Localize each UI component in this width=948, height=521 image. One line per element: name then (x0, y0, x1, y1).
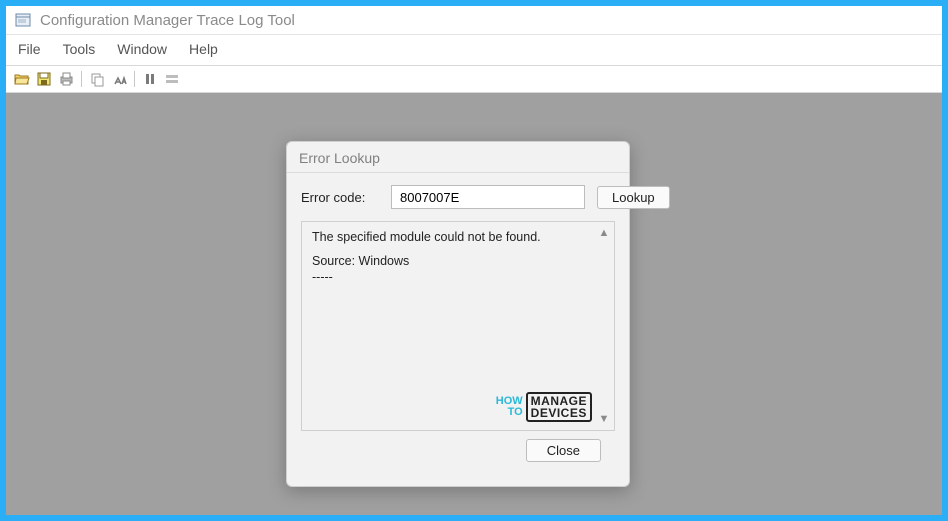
error-code-input[interactable] (391, 185, 585, 209)
dialog-body: Error code: Lookup The specified module … (287, 173, 629, 486)
toolbar (6, 65, 942, 93)
lookup-button[interactable]: Lookup (597, 186, 670, 209)
titlebar: Configuration Manager Trace Log Tool (6, 6, 942, 35)
pause-icon[interactable] (140, 69, 160, 89)
menu-help[interactable]: Help (185, 39, 222, 59)
watermark-howto: HOW TO (496, 396, 523, 418)
menu-window[interactable]: Window (113, 39, 171, 59)
copy-icon[interactable] (87, 69, 107, 89)
watermark-box: MANAGE DEVICES (526, 392, 592, 422)
watermark-devices: DEVICES (531, 407, 587, 419)
watermark-manage: MANAGE (531, 395, 587, 407)
scroll-down-icon[interactable]: ▼ (597, 412, 611, 426)
scroll-up-icon[interactable]: ▲ (597, 226, 611, 240)
find-icon[interactable] (109, 69, 129, 89)
print-icon[interactable] (56, 69, 76, 89)
watermark-to: TO (496, 407, 523, 418)
error-lookup-dialog: Error Lookup Error code: Lookup The spec… (286, 141, 630, 487)
watermark: HOW TO MANAGE DEVICES (496, 392, 592, 422)
toolbar-separator (81, 71, 82, 87)
save-icon[interactable] (34, 69, 54, 89)
result-message: The specified module could not be found. (312, 230, 604, 244)
result-divider: ----- (312, 270, 604, 284)
main-window: Configuration Manager Trace Log Tool Fil… (6, 6, 942, 515)
highlight-icon[interactable] (162, 69, 182, 89)
dialog-title: Error Lookup (287, 142, 629, 173)
menu-file[interactable]: File (14, 39, 45, 59)
result-box: The specified module could not be found.… (301, 221, 615, 431)
client-area: Error Lookup Error code: Lookup The spec… (6, 93, 942, 515)
error-code-row: Error code: Lookup (301, 185, 615, 209)
result-source: Source: Windows (312, 254, 604, 268)
app-icon (14, 11, 32, 29)
window-title: Configuration Manager Trace Log Tool (40, 12, 295, 29)
watermark-how: HOW (496, 396, 523, 407)
dialog-footer: Close (301, 439, 615, 476)
menu-tools[interactable]: Tools (59, 39, 100, 59)
close-button[interactable]: Close (526, 439, 601, 462)
open-folder-icon[interactable] (12, 69, 32, 89)
toolbar-separator (134, 71, 135, 87)
error-code-label: Error code: (301, 190, 379, 205)
menubar: File Tools Window Help (6, 35, 942, 65)
